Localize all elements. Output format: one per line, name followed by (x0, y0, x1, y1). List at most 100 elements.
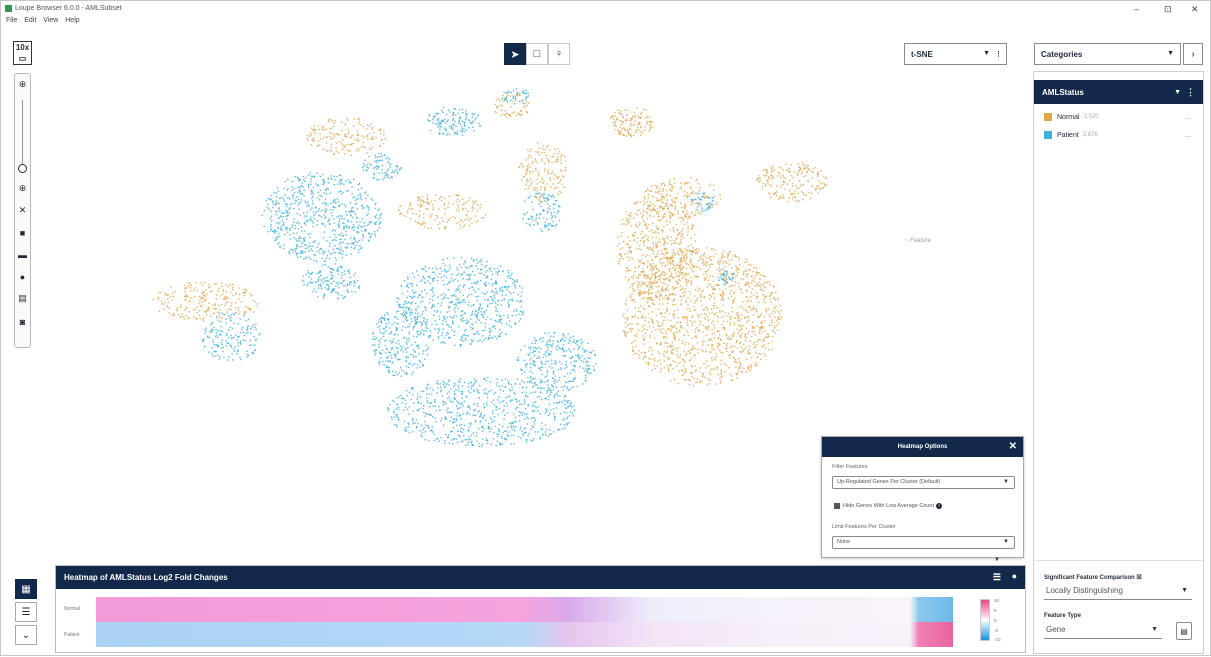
loupe-logo-icon[interactable]: 10x ▭ (13, 41, 32, 65)
cell-point (564, 407, 567, 409)
cell-point (816, 185, 819, 187)
expand-panel-button[interactable]: › (1183, 43, 1203, 65)
menu-help[interactable]: Help (65, 17, 79, 24)
category-select[interactable]: Categories ▼ (1034, 43, 1181, 65)
camera-icon[interactable]: ● (16, 270, 29, 283)
cell-point (700, 300, 702, 302)
cell-point (497, 267, 499, 270)
pointer-tool-icon[interactable]: ➤ (504, 43, 526, 65)
zoom-in-icon[interactable]: ⊕ (16, 78, 29, 91)
cell-point (544, 148, 546, 151)
cell-point (442, 298, 444, 301)
cell-point (634, 314, 636, 316)
save-icon[interactable]: ■ (16, 226, 29, 239)
cell-point (623, 313, 625, 315)
cell-point (405, 215, 407, 218)
cell-point (705, 367, 707, 369)
lasso-select-icon[interactable]: ♀ (548, 43, 570, 65)
cell-point (244, 312, 246, 314)
cell-point (643, 274, 645, 276)
menu-view[interactable]: View (43, 17, 58, 24)
cell-point (651, 267, 654, 269)
zoom-slider-track[interactable] (22, 100, 23, 166)
cell-point (620, 110, 622, 112)
minimize-button[interactable]: – (1134, 4, 1139, 14)
cell-point (705, 261, 708, 264)
cell-point (447, 324, 450, 326)
zoom-slider-handle[interactable] (18, 164, 27, 173)
cell-point (740, 278, 742, 280)
screenshot-icon[interactable]: ◙ (16, 315, 29, 328)
close-window-button[interactable]: ✕ (1191, 4, 1199, 15)
cell-point (646, 217, 649, 220)
cell-point (187, 317, 190, 319)
cell-point (671, 205, 673, 207)
cell-point (508, 114, 510, 116)
projection-select[interactable]: t-SNE ▼ ⋮ (904, 43, 1007, 65)
cell-point (488, 268, 491, 270)
cell-point (626, 243, 628, 246)
cell-point (286, 203, 288, 205)
cell-point (352, 241, 355, 244)
cell-point (799, 168, 801, 171)
fit-view-icon[interactable]: ✕ (16, 204, 29, 217)
cell-point (227, 297, 229, 300)
cell-point (339, 174, 341, 176)
zoom-in-secondary-icon[interactable]: ⊕ (16, 182, 29, 195)
cell-point (341, 149, 343, 151)
cell-point (620, 113, 622, 116)
cell-point (646, 226, 648, 228)
cell-point (675, 327, 678, 330)
cell-point (665, 336, 668, 339)
cell-point (319, 133, 321, 135)
cell-point (750, 367, 753, 369)
cell-point (721, 256, 723, 258)
cell-point (627, 236, 629, 239)
cell-point (681, 206, 683, 209)
cell-point (465, 329, 467, 331)
cell-point (750, 364, 753, 366)
cell-point (719, 194, 721, 196)
cell-point (789, 180, 791, 182)
cell-point (330, 175, 332, 177)
cell-point (711, 339, 713, 342)
cell-point (332, 200, 334, 202)
cell-point (446, 383, 448, 385)
cell-point (692, 251, 695, 253)
maximize-button[interactable]: ⊡ (1164, 4, 1172, 15)
cell-point (546, 157, 549, 160)
cell-point (553, 178, 555, 180)
tsne-scatter-plot[interactable] (1, 1, 1211, 657)
cell-point (456, 302, 459, 304)
cell-point (458, 390, 460, 392)
folder-icon[interactable]: ▬ (16, 248, 29, 261)
cell-point (745, 309, 747, 311)
cell-point (695, 266, 697, 268)
cell-point (286, 227, 288, 229)
cell-point (736, 341, 738, 343)
cell-point (270, 226, 272, 228)
cell-point (763, 353, 765, 355)
cell-point (316, 260, 318, 263)
cell-point (247, 307, 249, 309)
cell-point (510, 425, 512, 427)
cell-point (772, 176, 774, 178)
cell-point (756, 356, 759, 358)
cell-point (519, 318, 522, 320)
box-select-icon[interactable]: □ (526, 43, 548, 65)
cell-point (527, 149, 529, 151)
cell-point (470, 387, 473, 390)
cell-point (499, 442, 502, 444)
cell-point (496, 106, 499, 108)
cell-point (672, 352, 674, 355)
cell-point (492, 282, 494, 285)
cell-point (353, 229, 355, 231)
cell-point (471, 265, 473, 267)
cell-point (756, 344, 758, 346)
menu-file[interactable]: File (6, 17, 17, 24)
cell-point (433, 314, 435, 316)
cell-point (164, 293, 166, 296)
table-icon[interactable]: ▤ (16, 292, 29, 305)
more-vert-icon[interactable]: ⋮ (995, 50, 1002, 58)
menu-edit[interactable]: Edit (24, 17, 36, 24)
